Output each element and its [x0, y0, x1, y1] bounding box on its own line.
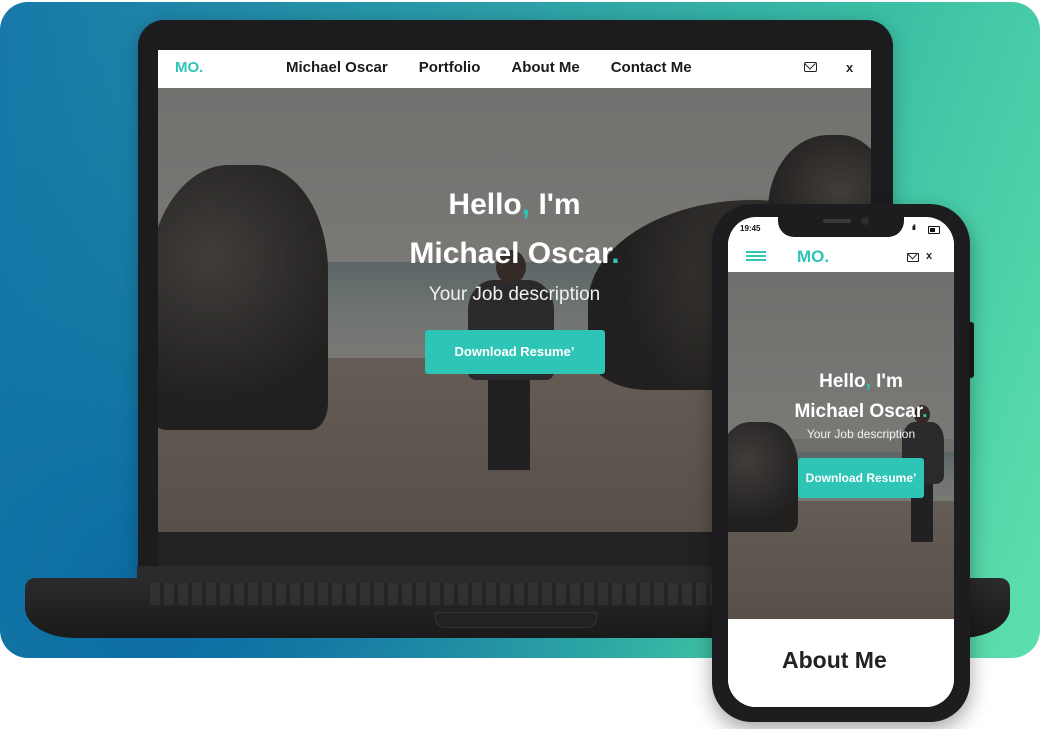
x-icon[interactable]: x [926, 250, 932, 262]
hero-im: I'm [530, 188, 581, 221]
nav-link-portfolio[interactable]: Portfolio [419, 59, 481, 76]
laptop-trackpad-notch [435, 612, 597, 628]
download-resume-button[interactable]: Download Resume’ [424, 330, 605, 374]
phone-hero-content: Hello, I'm Michael Oscar. Your Job descr… [728, 367, 954, 498]
phone-navbar: MO. x [728, 239, 954, 272]
phone-hero-hello: Hello [819, 371, 866, 392]
accent-comma: , [521, 188, 531, 221]
hero-hello: Hello [448, 188, 522, 221]
mail-icon[interactable] [907, 253, 919, 262]
signal-icon: ıll [912, 225, 916, 232]
phone-hero: Hello, I'm Michael Oscar. Your Job descr… [728, 272, 954, 619]
laptop-navbar: MO. Michael Oscar Portfolio About Me Con… [158, 50, 871, 88]
hero-name-text: Michael Oscar [409, 237, 612, 270]
phone-speaker [823, 219, 851, 223]
status-time: 19:45 [740, 224, 761, 233]
phone-hero-name: Michael Oscar. [768, 397, 954, 427]
nav-link-michael-oscar[interactable]: Michael Oscar [286, 59, 388, 76]
nav-links: Michael Oscar Portfolio About Me Contact… [286, 59, 692, 76]
battery-icon [928, 226, 940, 234]
phone-camera [861, 217, 869, 225]
nav-link-contact-me[interactable]: Contact Me [611, 59, 692, 76]
phone-side-button [969, 322, 974, 378]
phone-accent-dot: . [922, 401, 928, 422]
phone-hero-name-text: Michael Oscar [794, 401, 923, 422]
about-me-heading: About Me [782, 647, 887, 673]
x-icon[interactable]: x [846, 60, 853, 75]
phone-screen: 19:45 ıll MO. x Hello, I'm Michael Oscar… [728, 217, 954, 707]
phone-hero-greeting: Hello, I'm [768, 367, 954, 397]
phone-notch [778, 210, 904, 237]
accent-dot: . [611, 237, 620, 270]
mail-icon[interactable] [804, 62, 817, 72]
phone-hero-im: I'm [870, 371, 903, 392]
phone-site-logo[interactable]: MO. [797, 247, 829, 267]
site-logo[interactable]: MO. [175, 59, 203, 76]
nav-link-about-me[interactable]: About Me [511, 59, 579, 76]
menu-icon[interactable] [746, 251, 766, 261]
about-section: About Me [728, 619, 954, 707]
phone-hero-subtitle: Your Job description [806, 427, 916, 441]
phone-download-resume-button[interactable]: Download Resume’ [798, 458, 924, 498]
